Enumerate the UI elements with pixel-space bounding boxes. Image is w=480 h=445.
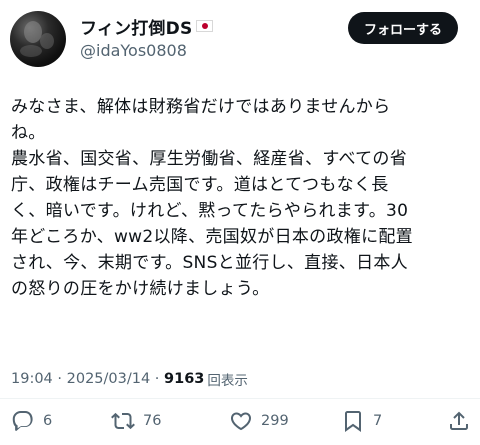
action-bar: 6 76 299 7 <box>0 406 480 436</box>
reply-icon <box>12 411 33 431</box>
display-name[interactable]: フィン打倒DS <box>80 14 192 39</box>
meta-separator: · <box>150 371 165 387</box>
tweet-header: フィン打倒DS @idaYos0808 フォローする <box>0 0 480 80</box>
bookmark-icon <box>345 411 361 432</box>
tweet-time[interactable]: 19:04 <box>11 371 53 387</box>
like-count: 299 <box>261 413 289 429</box>
like-button[interactable]: 299 <box>229 406 289 436</box>
repost-button[interactable]: 76 <box>111 406 161 436</box>
bookmark-count: 7 <box>373 413 383 429</box>
follow-button[interactable]: フォローする <box>348 12 458 44</box>
tweet-date[interactable]: 2025/03/14 <box>67 371 151 387</box>
avatar[interactable] <box>10 11 66 67</box>
japan-flag-icon <box>196 20 214 32</box>
bookmark-button[interactable]: 7 <box>341 406 382 436</box>
user-handle[interactable]: @idaYos0808 <box>80 41 187 60</box>
share-button[interactable] <box>447 406 471 436</box>
tweet-text: みなさま、解体は財務省だけではありませんから ね。 農水省、国交省、厚生労働省、… <box>11 97 413 299</box>
repost-icon <box>111 412 135 430</box>
divider <box>0 398 480 399</box>
repost-count: 76 <box>143 413 162 429</box>
view-count: 9163 <box>164 371 205 387</box>
tweet-meta: 19:04 · 2025/03/14 · 9163 回表示 <box>11 369 248 389</box>
meta-separator: · <box>52 371 67 387</box>
name-row: フィン打倒DS <box>80 14 214 39</box>
view-count-label: 回表示 <box>207 373 248 389</box>
reply-button[interactable]: 6 <box>11 406 52 436</box>
share-icon <box>450 411 468 430</box>
reply-count: 6 <box>43 413 53 429</box>
like-icon <box>230 412 252 431</box>
